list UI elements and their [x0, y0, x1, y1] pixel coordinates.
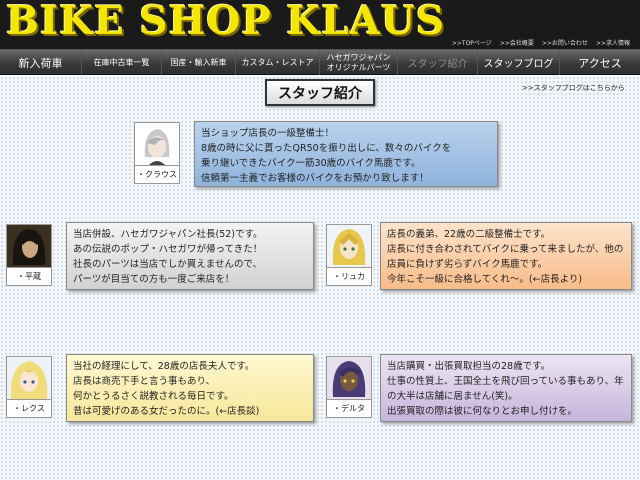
nav-staff-blog[interactable]: スタッフブログ	[478, 50, 560, 75]
bio-line: 今年こそ一級に合格してくれ〜。(←店長より)	[387, 274, 583, 285]
nav-used-stock[interactable]: 在庫中古車一覧	[82, 50, 162, 75]
staff-name-klaus: ・クラウス	[134, 166, 180, 184]
bio-line: 店長の義弟、22歳の二級整備士です。	[387, 229, 551, 240]
heizo-portrait-icon	[7, 225, 51, 267]
rex-portrait-icon	[7, 357, 51, 399]
bio-line: 仕事の性質上、王国全土を飛び回っている事もあり、年の大半は店舗に居ません(笑)。	[387, 376, 624, 402]
avatar-ryuka	[326, 224, 372, 268]
nav-staff-intro[interactable]: スタッフ紹介	[398, 50, 478, 75]
nav-access[interactable]: アクセス	[560, 50, 640, 75]
bio-line: 社長のパーツは当店でしか買えませんので、	[73, 259, 263, 270]
recruit-link[interactable]: >>求人情報	[596, 38, 630, 48]
nav-new-arrivals[interactable]: 新入荷車	[0, 50, 82, 75]
staff-card-ryuka: ・リュカ	[326, 224, 372, 286]
staff-card-heizo: ・平蔵	[6, 224, 52, 286]
page-title: スタッフ紹介	[265, 79, 375, 106]
nav-original-parts[interactable]: ハセガワジャパン オリジナルパーツ	[320, 50, 398, 75]
staff-card-delta: ・デルタ	[326, 356, 372, 418]
bio-line: 何かとうるさく説教される毎日です。	[73, 391, 234, 402]
staff-bio-rex: 当社の経理にして、28歳の店長夫人です。 店長は商売下手と言う事もあり、 何かと…	[66, 354, 314, 422]
bio-line: 当店併設、ハセガワジャパン社長(52)です。	[73, 229, 263, 240]
nav-original-parts-line1: ハセガワジャパン	[326, 52, 391, 62]
klaus-portrait-icon	[135, 123, 179, 165]
bio-line: 当社の経理にして、28歳の店長夫人です。	[73, 361, 255, 372]
delta-portrait-icon	[327, 357, 371, 399]
main-nav: 新入荷車 在庫中古車一覧 国産・輸入新車 カスタム・レストア ハセガワジャパン …	[0, 50, 640, 75]
avatar-heizo	[6, 224, 52, 268]
nav-custom-restore[interactable]: カスタム・レストア	[236, 50, 320, 75]
avatar-klaus	[134, 122, 180, 166]
site-header: BIKE SHOP KLAUS >>TOPページ >>会社概要 >>お問い合わせ…	[0, 0, 640, 50]
staff-bio-heizo: 当店併設、ハセガワジャパン社長(52)です。 あの伝説のポップ・ハセガワが帰って…	[66, 222, 314, 290]
bio-line: 8歳の時に父に貰ったQR50を振り出しに、数々のバイクを	[201, 143, 452, 154]
avatar-delta	[326, 356, 372, 400]
bio-line: 当ショップ店長の一級整備士！	[201, 128, 335, 139]
company-info-link[interactable]: >>会社概要	[500, 38, 534, 48]
staff-bio-delta: 当店購買・出張買取担当の28歳です。 仕事の性質上、王国全土を飛び回っている事も…	[380, 354, 632, 422]
avatar-rex	[6, 356, 52, 400]
staff-name-rex: ・レクス	[6, 400, 52, 418]
staff-blog-link[interactable]: >>スタッフブログはこちらから	[522, 83, 625, 93]
bio-line: 店長に付き合わされてバイクに乗って来ましたが、他の店員に負けず劣らずバイク馬鹿で…	[387, 244, 624, 270]
staff-name-delta: ・デルタ	[326, 400, 372, 418]
staff-bio-ryuka: 店長の義弟、22歳の二級整備士です。 店長に付き合わされてバイクに乗って来ました…	[380, 222, 632, 290]
bio-line: あの伝説のポップ・ハセガワが帰ってきた！	[73, 244, 263, 255]
bio-line: 当店購買・出張買取担当の28歳です。	[387, 361, 551, 372]
bio-line: 出張買取の際は彼に何なりとお申し付けを。	[387, 406, 578, 417]
bio-line: パーツが目当ての方も一度ご来店を！	[73, 274, 235, 285]
bio-line: 信頼第一主義でお客様のバイクをお預かり致します！	[201, 173, 429, 184]
top-page-link[interactable]: >>TOPページ	[452, 38, 492, 48]
staff-card-klaus: ・クラウス	[134, 122, 180, 184]
bio-line: 乗り継いできたバイク一筋30歳のバイク馬鹿です。	[201, 158, 421, 169]
staff-name-heizo: ・平蔵	[6, 268, 52, 286]
ryuka-portrait-icon	[327, 225, 371, 267]
top-utility-links: >>TOPページ >>会社概要 >>お問い合わせ >>求人情報	[452, 38, 630, 48]
nav-new-bikes[interactable]: 国産・輸入新車	[162, 50, 236, 75]
staff-name-ryuka: ・リュカ	[326, 268, 372, 286]
staff-bio-klaus: 当ショップ店長の一級整備士！ 8歳の時に父に貰ったQR50を振り出しに、数々のバ…	[194, 121, 498, 187]
bio-line: 昔は可愛げのある女だったのに。(←店長談)	[73, 406, 260, 417]
contact-link[interactable]: >>お問い合わせ	[542, 38, 588, 48]
bio-line: 店長は商売下手と言う事もあり、	[73, 376, 216, 387]
staff-card-rex: ・レクス	[6, 356, 52, 418]
site-logo-title[interactable]: BIKE SHOP KLAUS	[6, 0, 626, 42]
nav-original-parts-line2: オリジナルパーツ	[326, 62, 391, 72]
